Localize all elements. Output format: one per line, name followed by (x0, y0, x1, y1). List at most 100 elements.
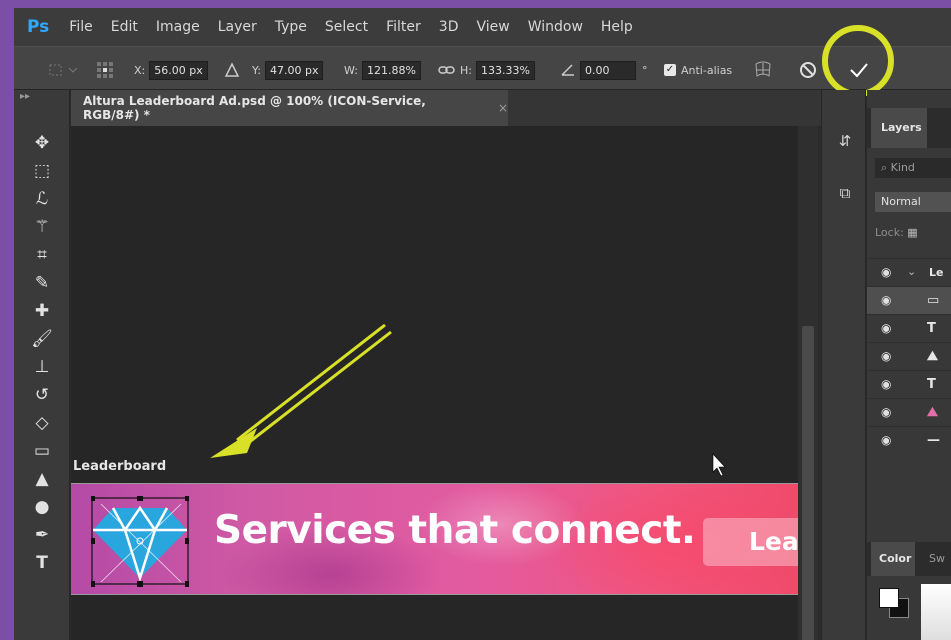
antialias-label: Anti-alias (681, 63, 733, 77)
link-aspect-icon[interactable] (438, 60, 456, 80)
history-panel-icon[interactable]: ⇵ (834, 130, 856, 152)
text-layer-icon: T (927, 321, 936, 336)
tab-swatches[interactable]: Sw (929, 542, 945, 576)
rotate-field[interactable]: 0.00 (580, 60, 636, 80)
line-layer-icon: — (927, 433, 940, 448)
layer-filter-field[interactable]: ⌕ Kind (875, 158, 951, 178)
eye-icon[interactable]: ◉ (881, 378, 895, 390)
rotate: 0.00 ° (560, 60, 648, 80)
menu-file[interactable]: File (69, 19, 92, 35)
group-name: Le (929, 266, 944, 279)
x-label: X: (134, 63, 146, 77)
properties-panel-icon[interactable]: ⧉ (834, 182, 856, 204)
degree-unit: ° (642, 63, 648, 77)
eyedropper-tool-icon[interactable]: ✎ (26, 270, 58, 296)
antialias-checkbox[interactable]: ✓ (664, 64, 676, 76)
eye-icon[interactable]: ◉ (881, 434, 895, 446)
cancel-transform-button[interactable] (798, 60, 818, 80)
leaderboard-banner[interactable]: Services that connect. Lear (71, 483, 798, 595)
layer-row-image[interactable]: ◉ ⛰ (867, 398, 951, 426)
diamond-icon[interactable] (89, 495, 191, 588)
blur-tool-icon[interactable]: ▲ (26, 466, 58, 492)
eye-icon[interactable]: ◉ (881, 406, 895, 418)
menu-type[interactable]: Type (275, 19, 307, 35)
width-field[interactable]: 121.88% (361, 60, 421, 80)
shape-layer-icon: ▭ (927, 293, 940, 308)
x-position-field[interactable]: 56.00 px (149, 60, 208, 80)
tab-strip (508, 90, 821, 126)
menu-layer[interactable]: Layer (218, 19, 257, 35)
image-layer-icon: ⛰ (927, 405, 938, 420)
move-tool-icon[interactable]: ✥ (26, 130, 58, 156)
pen-tool-icon[interactable]: ✒ (26, 522, 58, 548)
app-logo: Ps (27, 17, 50, 37)
y-position: Y: 47.00 px (252, 60, 324, 80)
menu-image[interactable]: Image (156, 19, 200, 35)
foreground-color-swatch[interactable] (879, 588, 899, 608)
layer-row-shape[interactable]: ◉ ▭ (867, 286, 951, 314)
menu-3d[interactable]: 3D (439, 19, 459, 35)
menu-window[interactable]: Window (528, 19, 583, 35)
layers-panel: Layers ⌕ Kind Normal Lock: ▦ ◉ ⌄ Le ◉ ▭ … (867, 90, 951, 640)
warp-mode-icon[interactable] (752, 60, 774, 80)
eye-icon[interactable]: ◉ (881, 322, 895, 334)
w-label: W: (344, 63, 358, 77)
menu-bar: Ps File Edit Image Layer Type Select Fil… (14, 8, 951, 46)
antialias-toggle[interactable]: ✓ Anti-alias (664, 60, 732, 80)
magic-wand-tool-icon[interactable]: ⚚ (26, 214, 58, 240)
y-position-field[interactable]: 47.00 px (264, 60, 324, 80)
tools-panel: ▸▸ ✥ ⬚ ℒ ⚚ ⌗ ✎ ✚ 🖌 ⊥ ↺ ◇ ▭ ▲ ● ✒ T (14, 90, 70, 640)
width: W: 121.88% (344, 60, 421, 80)
gradient-tool-icon[interactable]: ▭ (26, 438, 58, 464)
eye-icon[interactable]: ◉ (881, 294, 895, 306)
layer-row-line[interactable]: ◉ — (867, 426, 951, 454)
reference-point-icon[interactable] (94, 60, 116, 80)
collapse-icon[interactable]: ▸▸ (20, 90, 52, 116)
history-brush-tool-icon[interactable]: ↺ (26, 382, 58, 408)
banner-cta-button: Lear (703, 518, 798, 566)
y-label: Y: (252, 63, 261, 77)
relative-position-icon[interactable] (224, 60, 240, 80)
eye-icon[interactable]: ◉ (881, 350, 895, 362)
menu-view[interactable]: View (476, 19, 509, 35)
eye-icon[interactable]: ◉ (881, 266, 895, 278)
type-tool-icon[interactable]: T (26, 550, 58, 576)
layer-row-text[interactable]: ◉ T (867, 314, 951, 342)
photoshop-window: Ps File Edit Image Layer Type Select Fil… (14, 8, 951, 640)
chevron-down-icon[interactable]: ⌄ (907, 265, 916, 278)
document-tab[interactable]: Altura Leaderboard Ad.psd @ 100% (ICON-S… (71, 90, 508, 126)
menu-filter[interactable]: Filter (386, 19, 421, 35)
scrollbar-thumb[interactable] (802, 326, 814, 640)
layer-row-text[interactable]: ◉ T (867, 370, 951, 398)
brush-tool-icon[interactable]: 🖌 (26, 326, 58, 352)
clone-stamp-tool-icon[interactable]: ⊥ (26, 354, 58, 380)
blend-mode-select[interactable]: Normal (875, 192, 951, 212)
close-tab-icon[interactable]: × (498, 101, 508, 115)
tab-layers[interactable]: Layers (871, 108, 927, 148)
layer-row-group[interactable]: ◉ ⌄ Le (867, 258, 951, 286)
height-field[interactable]: 133.33% (475, 60, 535, 80)
document-title: Altura Leaderboard Ad.psd @ 100% (ICON-S… (83, 94, 426, 122)
image-layer-icon: ⛰ (927, 349, 938, 364)
dodge-tool-icon[interactable]: ● (26, 494, 58, 520)
layers-tabbar: Layers (867, 108, 951, 148)
color-picker-field[interactable] (921, 584, 951, 640)
vertical-scrollbar[interactable] (798, 126, 818, 640)
cancel-icon (800, 62, 816, 78)
panel-dock: ⇵ ⧉ (821, 90, 866, 640)
crop-tool-icon[interactable]: ⌗ (26, 242, 58, 268)
lock-transparent-icon[interactable]: ▦ (907, 226, 917, 239)
move-transform-icon (49, 64, 78, 76)
tool-preset-picker[interactable] (44, 60, 78, 80)
menu-select[interactable]: Select (325, 19, 368, 35)
menu-edit[interactable]: Edit (111, 19, 138, 35)
lasso-tool-icon[interactable]: ℒ (26, 186, 58, 212)
canvas-area[interactable]: Leaderboard Services that connect. Lea (71, 126, 798, 640)
eraser-tool-icon[interactable]: ◇ (26, 410, 58, 436)
menu-help[interactable]: Help (601, 19, 633, 35)
tab-color[interactable]: Color (871, 542, 915, 576)
banner-headline: Services that connect. (214, 508, 696, 553)
layer-row-image[interactable]: ◉ ⛰ (867, 342, 951, 370)
healing-brush-tool-icon[interactable]: ✚ (26, 298, 58, 324)
marquee-tool-icon[interactable]: ⬚ (26, 158, 58, 184)
